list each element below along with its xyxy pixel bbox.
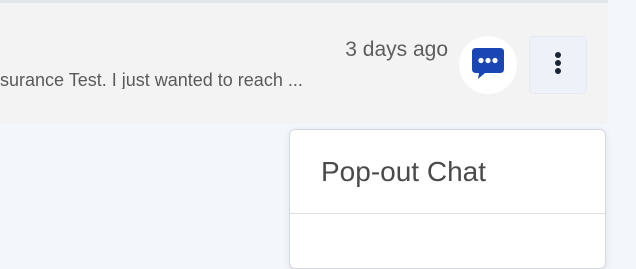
options-dropdown-menu: Pop-out Chat (289, 129, 606, 269)
menu-item-partial[interactable] (290, 214, 605, 268)
more-options-button[interactable] (529, 36, 587, 94)
chat-bubble-icon (470, 46, 506, 85)
conversation-timestamp: 3 days ago (345, 38, 448, 61)
conversation-list-item[interactable]: 3 days ago surance Test. I just wanted t… (0, 3, 608, 124)
vertical-ellipsis-icon (554, 51, 562, 80)
conversation-preview: surance Test. I just wanted to reach ... (0, 71, 303, 89)
chat-button[interactable] (459, 36, 517, 94)
menu-item-pop-out-chat[interactable]: Pop-out Chat (290, 130, 605, 214)
